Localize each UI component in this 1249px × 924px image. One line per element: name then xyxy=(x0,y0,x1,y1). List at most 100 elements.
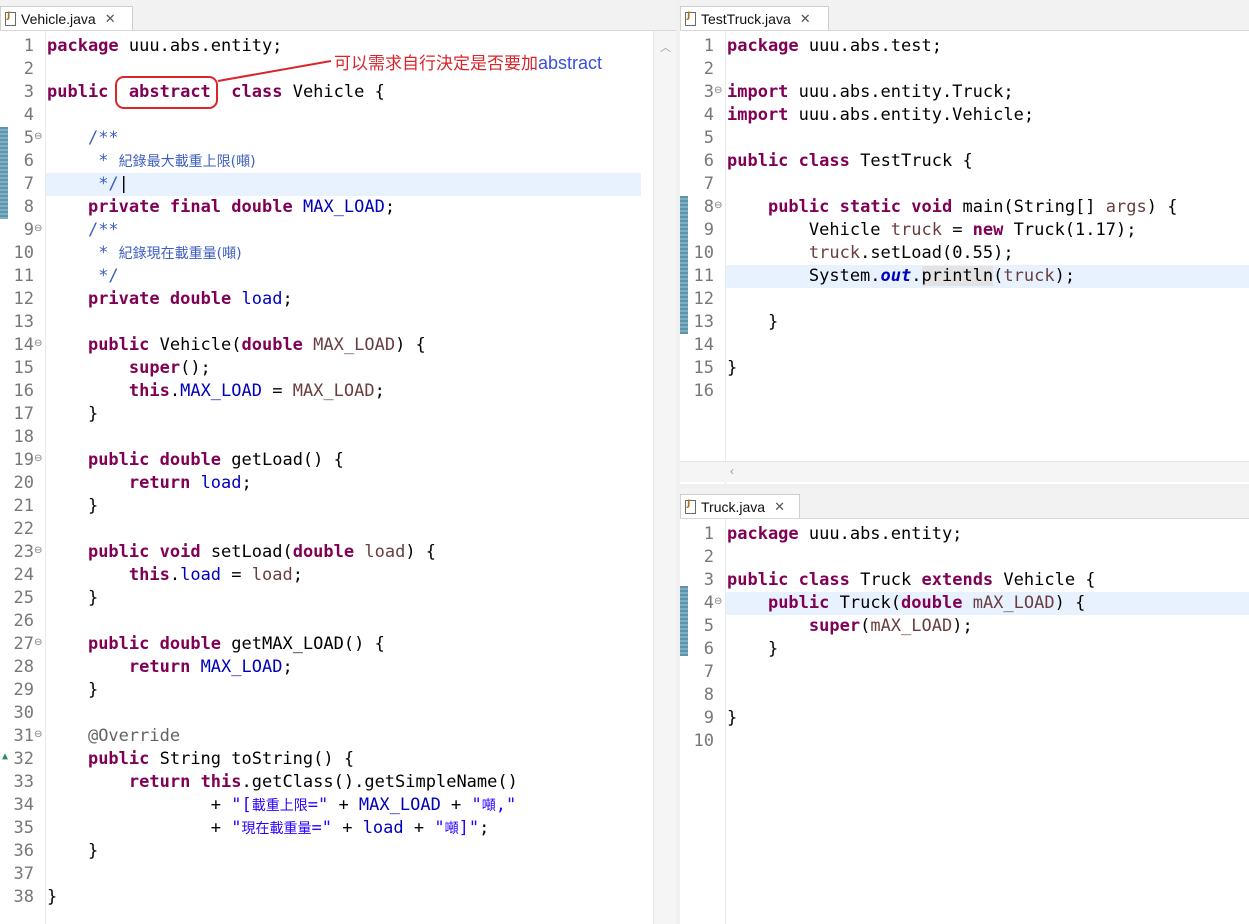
fold-collapse-icon[interactable]: ⊖ xyxy=(714,194,722,217)
line-number: 8 xyxy=(703,685,714,705)
vehicle-code-area[interactable]: 1 package uuu.abs.entity; 2 3 public abstrac… xyxy=(0,31,676,924)
code-line[interactable]: 27 ⊖ public double getMAX_LOAD() { xyxy=(0,633,676,656)
close-icon[interactable]: ✕ xyxy=(800,12,811,25)
code-line[interactable]: 36 } xyxy=(0,840,676,863)
horizontal-scrollbar[interactable]: ‹ xyxy=(680,461,1249,482)
fold-collapse-icon[interactable]: ⊖ xyxy=(34,447,42,470)
fold-collapse-icon[interactable]: ⊖ xyxy=(714,590,722,613)
code-line[interactable]: 22 xyxy=(0,518,676,541)
vehicle-editor[interactable]: Vehicle.java ✕ 1 package uuu.abs.entity; 2… xyxy=(0,0,676,924)
code-line[interactable]: 7 xyxy=(680,661,1249,684)
code-line[interactable]: 32 ▲ public String toString() { xyxy=(0,748,676,771)
code-text: } xyxy=(47,588,99,608)
line-number: 17 xyxy=(13,404,34,424)
testtruck-code-area[interactable]: 1 package uuu.abs.test; 2 3 ⊖ import uuu.abs.… xyxy=(680,31,1249,484)
close-icon[interactable]: ✕ xyxy=(774,500,785,513)
line-number: 4 xyxy=(703,593,714,613)
code-line[interactable]: 9 Vehicle truck = new Truck(1.17); xyxy=(680,219,1249,242)
line-number: 9 xyxy=(23,220,34,240)
fold-collapse-icon[interactable]: ⊖ xyxy=(34,125,42,148)
code-line[interactable]: 34 + "[載重上限=" + MAX_LOAD + "噸," xyxy=(0,794,676,817)
code-line[interactable]: 2 xyxy=(680,58,1249,81)
close-icon[interactable]: ✕ xyxy=(105,12,116,25)
code-line[interactable]: 33 return this.getClass().getSimpleName(… xyxy=(0,771,676,794)
code-line[interactable]: 16 this.MAX_LOAD = MAX_LOAD; xyxy=(0,380,676,403)
code-line[interactable]: 4 ⊖ public Truck(double mAX_LOAD) { xyxy=(680,592,1249,615)
tab-testtruck-java[interactable]: TestTruck.java ✕ xyxy=(680,6,829,30)
fold-collapse-icon[interactable]: ⊖ xyxy=(34,539,42,562)
code-line[interactable]: 13 xyxy=(0,311,676,334)
code-line[interactable]: 14 ⊖ public Vehicle(double MAX_LOAD) { xyxy=(0,334,676,357)
line-number: 4 xyxy=(23,105,34,125)
code-line[interactable]: 23 ⊖ public void setLoad(double load) { xyxy=(0,541,676,564)
code-line[interactable]: 9 ⊖ /** xyxy=(0,219,676,242)
code-line[interactable]: 3 ⊖ import uuu.abs.entity.Truck; xyxy=(680,81,1249,104)
code-line[interactable]: 29 } xyxy=(0,679,676,702)
fold-collapse-icon[interactable]: ⊖ xyxy=(714,79,722,102)
code-line[interactable]: 14 xyxy=(680,334,1249,357)
code-line[interactable]: 8 xyxy=(680,684,1249,707)
code-line[interactable]: 19 ⊖ public double getLoad() { xyxy=(0,449,676,472)
code-line[interactable]: 3 public abstract class Vehicle { xyxy=(0,81,676,104)
code-line[interactable]: 30 xyxy=(0,702,676,725)
code-line[interactable]: 21 } xyxy=(0,495,676,518)
code-line[interactable]: 11 System.out.println(truck); xyxy=(680,265,1249,288)
code-line[interactable]: 12 private double load; xyxy=(0,288,676,311)
code-line[interactable]: 6 public class TestTruck { xyxy=(680,150,1249,173)
code-line[interactable]: 35 + "現在載重量=" + load + "噸]"; xyxy=(0,817,676,840)
code-line[interactable]: 10 * 紀錄現在載重量(噸) xyxy=(0,242,676,265)
truck-code-area[interactable]: 1 package uuu.abs.entity; 2 3 public class T… xyxy=(680,519,1249,924)
vertical-scrollbar[interactable]: ︿ xyxy=(653,31,676,924)
code-line[interactable]: 7 xyxy=(680,173,1249,196)
line-number: 12 xyxy=(693,289,714,309)
code-line[interactable]: 8 private final double MAX_LOAD; xyxy=(0,196,676,219)
code-line[interactable]: 24 this.load = load; xyxy=(0,564,676,587)
code-line[interactable]: 4 import uuu.abs.entity.Vehicle; xyxy=(680,104,1249,127)
code-line[interactable]: 11 */ xyxy=(0,265,676,288)
code-line[interactable]: 1 package uuu.abs.test; xyxy=(680,35,1249,58)
tab-truck-java[interactable]: Truck.java ✕ xyxy=(680,494,800,518)
code-line[interactable]: 20 return load; xyxy=(0,472,676,495)
code-line[interactable]: 4 xyxy=(0,104,676,127)
truck-editor[interactable]: Truck.java ✕ 1package uuu.abs.entity;23p… xyxy=(680,488,1249,924)
testtruck-editor[interactable]: TestTruck.java ✕ 1 package uuu.abs.test; 2… xyxy=(680,0,1249,484)
fold-collapse-icon[interactable]: ⊖ xyxy=(34,332,42,355)
code-line[interactable]: 6 * 紀錄最大載重上限(噸) xyxy=(0,150,676,173)
code-line[interactable]: 7 */| xyxy=(0,173,676,196)
fold-collapse-icon[interactable]: ⊖ xyxy=(34,217,42,240)
line-number: 19 xyxy=(13,450,34,470)
code-line[interactable]: 1 package uuu.abs.entity; xyxy=(680,523,1249,546)
fold-collapse-icon[interactable]: ⊖ xyxy=(34,631,42,654)
code-line[interactable]: 6 } xyxy=(680,638,1249,661)
code-line[interactable]: 12 xyxy=(680,288,1249,311)
code-line[interactable]: 31 ⊖ @Override xyxy=(0,725,676,748)
code-line[interactable]: 5 xyxy=(680,127,1249,150)
code-line[interactable]: 10 xyxy=(680,730,1249,753)
code-line[interactable]: 15 super(); xyxy=(0,357,676,380)
fold-collapse-icon[interactable]: ⊖ xyxy=(34,723,42,746)
scroll-up-icon[interactable]: ︿ xyxy=(660,39,671,55)
code-text: private double load; xyxy=(87,289,293,309)
code-line[interactable]: 8 ⊖ public static void main(String[] args… xyxy=(680,196,1249,219)
code-line[interactable]: 5 super(mAX_LOAD); xyxy=(680,615,1249,638)
code-line[interactable]: 18 xyxy=(0,426,676,449)
code-text: + "現在載重量=" + load + "噸]"; xyxy=(47,818,490,838)
code-line[interactable]: 25 } xyxy=(0,587,676,610)
code-line[interactable]: 15} xyxy=(680,357,1249,380)
code-line[interactable]: 37 xyxy=(0,863,676,886)
tab-vehicle-java[interactable]: Vehicle.java ✕ xyxy=(0,6,133,30)
code-line[interactable]: 3 public class Truck extends Vehicle { xyxy=(680,569,1249,592)
code-line[interactable]: 2 xyxy=(680,546,1249,569)
line-number: 8 xyxy=(703,197,714,217)
code-line[interactable]: 26 xyxy=(0,610,676,633)
code-line[interactable]: 10 truck.setLoad(0.55); xyxy=(680,242,1249,265)
code-line[interactable]: 38} xyxy=(0,886,676,909)
code-line[interactable]: 5 ⊖ /** xyxy=(0,127,676,150)
code-line[interactable]: 28 return MAX_LOAD; xyxy=(0,656,676,679)
code-line[interactable]: 9} xyxy=(680,707,1249,730)
line-number: 33 xyxy=(13,772,34,792)
code-line[interactable]: 17 } xyxy=(0,403,676,426)
code-line[interactable]: 16 xyxy=(680,380,1249,403)
code-line[interactable]: 13 } xyxy=(680,311,1249,334)
scroll-left-icon[interactable]: ‹ xyxy=(730,464,734,478)
